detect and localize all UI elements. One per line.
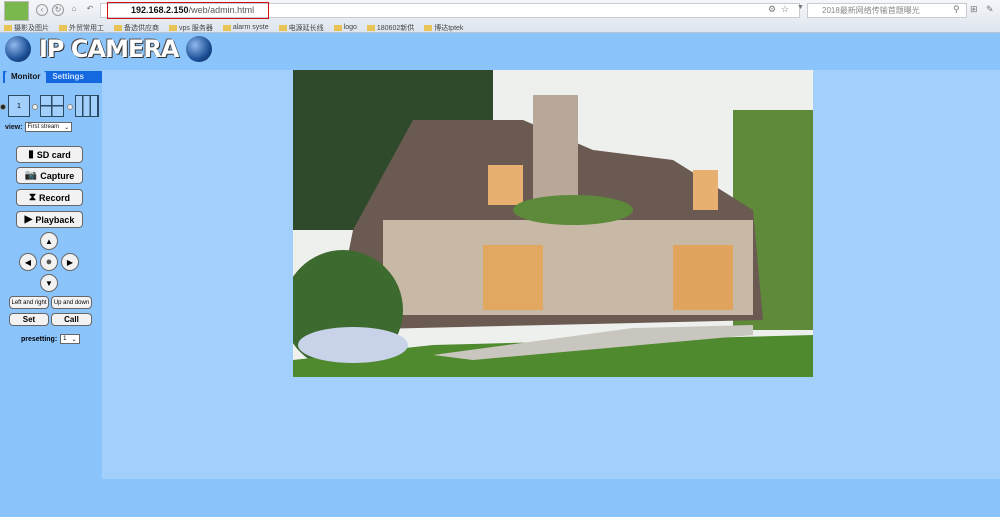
preset-row: presetting: 1 ⌄ [21,334,80,344]
app-title: IP CAMERA [39,35,179,63]
refresh-icon[interactable]: ↻ [52,4,64,16]
chevron-down-icon: ⌄ [64,124,70,131]
film-icon: ⧗ [28,192,36,203]
split-4-radio[interactable] [32,104,38,110]
bookmarks-bar: 摄影及图片 外贸常用工 备选供应商 vps 服务器 alarm syste 电源… [0,22,469,33]
browser-chrome: ‹ ↻ ⌂ ↶ 192.168.2.150/web/admin.html ⚙ ☆… [0,0,1000,33]
tab-bar: Monitor Settings [3,71,102,83]
preset-label: presetting: [21,335,58,343]
bookmark[interactable]: 博达tptek [424,22,463,33]
sd-card-button[interactable]: ▮ SD card [16,146,83,163]
ptz-up-button[interactable]: ▲ [40,232,58,250]
search-icon[interactable]: ⚲ [953,4,960,15]
arrow-right-icon: ▶ [66,257,74,267]
split-9-radio[interactable] [67,104,73,110]
split-1-radio[interactable] [0,104,6,110]
bookmark[interactable]: 外贸常用工 [59,22,104,33]
arrow-left-icon: ◀ [24,257,32,267]
home-icon[interactable]: ⌂ [68,4,80,16]
capture-label: Capture [40,170,75,181]
bookmark[interactable]: 摄影及图片 [4,22,49,33]
tab-settings[interactable]: Settings [46,71,90,83]
playback-label: Playback [35,214,75,225]
set-button[interactable]: Set [9,313,49,326]
camera-icon: 📷 [24,170,38,181]
sd-card-icon: ▮ [28,149,34,160]
view-select[interactable]: First stream ⌄ [24,122,73,132]
play-icon: ▶ [24,214,33,225]
call-button[interactable]: Call [51,313,92,326]
capture-button[interactable]: 📷 Capture [16,167,83,184]
user-avatar[interactable] [4,1,29,21]
record-label: Record [39,192,71,203]
undo-icon[interactable]: ↶ [84,4,96,16]
preset-select[interactable]: 1 ⌄ [60,334,80,344]
ptz-down-button[interactable]: ▼ [40,274,58,292]
arrow-down-icon: ▼ [45,278,53,288]
split-nine-button[interactable] [75,95,99,117]
globe-icon [5,36,31,62]
split-single-label: 1 [17,102,21,110]
preset-value: 1 [63,336,67,342]
video-area [102,70,1000,479]
url-highlight-box [107,2,269,19]
split-single-button[interactable]: 1 [8,95,30,117]
ptz-center-button[interactable]: ● [40,253,58,271]
bookmark[interactable]: vps 服务器 [169,22,213,33]
grid-icon[interactable]: ⊞ [970,4,978,15]
ptz-right-button[interactable]: ▶ [61,253,79,271]
tab-monitor[interactable]: Monitor [5,71,47,83]
search-input[interactable]: 2018最新网络传输首题曝光 [807,3,967,18]
ptz-left-button[interactable]: ◀ [19,253,37,271]
view-row: view: First stream ⌄ [5,122,73,132]
view-label: view: [5,123,23,131]
bookmark[interactable]: alarm syste [223,22,269,33]
bookmark[interactable]: 180602新供 [367,22,414,33]
settings-icon[interactable]: ⚙ [768,4,776,15]
circle-icon: ● [45,256,53,268]
view-value: First stream [27,124,60,130]
globe-icon [186,36,213,62]
arrow-up-icon: ▲ [45,236,53,246]
left-right-button[interactable]: Left and right [9,296,49,309]
app-logo: IP CAMERA [5,35,213,63]
bookmark[interactable]: 备选供应商 [114,22,159,33]
camera-video-feed[interactable] [293,70,813,377]
star-icon[interactable]: ☆ [781,4,789,15]
chevron-down-icon: ⌄ [71,336,77,343]
search-placeholder: 2018最新网络传输首题曝光 [822,6,920,15]
bookmark[interactable]: 电源延长线 [279,22,324,33]
back-icon[interactable]: ‹ [36,4,48,16]
playback-button[interactable]: ▶ Playback [16,211,83,228]
split-quad-button[interactable] [40,95,64,117]
tools-icon[interactable]: ✎ [986,4,994,15]
dropdown-icon[interactable]: ▼ [797,4,804,11]
control-panel: 1 view: First stream ⌄ ▮ SD card 📷 Capture … [0,83,102,483]
bookmark[interactable]: logo [334,22,357,33]
up-down-button[interactable]: Up and down [51,296,92,309]
record-button[interactable]: ⧗ Record [16,189,83,206]
sd-card-label: SD card [36,149,71,160]
